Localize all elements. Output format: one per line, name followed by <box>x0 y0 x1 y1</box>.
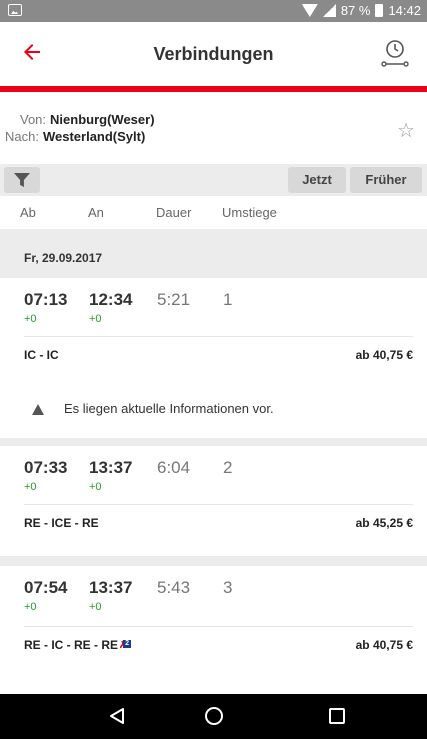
price: ab 45,25 € <box>355 516 413 530</box>
star-outline-icon[interactable]: ☆ <box>397 118 415 143</box>
date-header-row: Fr, 29.09.2017 <box>0 230 427 276</box>
connection-times: 07:54 13:37 5:43 3 +0 +0 <box>24 578 404 613</box>
to-station: Westerland(Sylt) <box>42 129 146 144</box>
col-umstiege: Umstiege <box>222 205 277 220</box>
connection-card[interactable]: 07:13 12:34 5:21 1 +0 +0 IC - IC ab 40,7… <box>0 278 427 438</box>
connection-card[interactable]: 07:33 13:37 6:04 2 +0 +0 RE - ICE - RE a… <box>0 446 427 556</box>
status-icons: 87 % 14:42 <box>301 3 421 18</box>
from-label: Von: <box>20 112 47 127</box>
info-message: Es liegen aktuelle Informationen vor. <box>64 401 274 416</box>
warning-icon <box>32 404 44 415</box>
divider <box>24 626 413 627</box>
departure-time: 07:13 <box>24 290 68 309</box>
departure-time: 07:54 <box>24 578 68 597</box>
col-an: An <box>88 205 104 220</box>
transfers: 2 <box>223 458 233 477</box>
nav-recents-icon[interactable] <box>329 708 345 724</box>
cell-signal-icon <box>322 4 336 17</box>
departure-delay: +0 <box>24 313 37 325</box>
toolbar: Jetzt Früher <box>0 164 427 196</box>
arrival-delay: +0 <box>89 481 102 493</box>
filter-button[interactable] <box>4 167 40 193</box>
arrival-time: 12:34 <box>89 290 133 309</box>
to-row: Nach: Westerland(Sylt) <box>5 129 145 144</box>
transfers: 3 <box>223 578 233 597</box>
gallery-notification-icon <box>8 4 22 16</box>
from-row: Von: Nienburg(Weser) <box>20 112 155 127</box>
connection-times: 07:13 12:34 5:21 1 +0 +0 <box>24 290 404 325</box>
connection-list[interactable]: Fr, 29.09.2017 07:13 12:34 5:21 1 +0 +0 … <box>0 230 427 694</box>
train-types-row: RE - IC - RE - RE✗2 <box>24 638 132 652</box>
arrival-delay: +0 <box>89 601 102 613</box>
system-nav-bar <box>0 694 427 739</box>
departure-delay: +0 <box>24 481 37 493</box>
date-header: Fr, 29.09.2017 <box>24 251 103 265</box>
filter-icon <box>14 173 30 187</box>
wifi-icon <box>301 4 318 17</box>
status-time: 14:42 <box>388 3 421 18</box>
earlier-button[interactable]: Früher <box>350 167 422 193</box>
col-dauer: Dauer <box>156 205 192 220</box>
column-header: Ab An Dauer Umstiege <box>0 196 427 230</box>
to-label: Nach: <box>5 129 39 144</box>
arrival-delay: +0 <box>89 313 102 325</box>
train-types: RE - IC - RE - RE <box>24 638 119 652</box>
class-badge-icon: ✗2 <box>119 640 132 651</box>
train-types: RE - ICE - RE <box>24 516 99 530</box>
page-title: Verbindungen <box>153 44 274 64</box>
battery-percent: 87 % <box>340 3 371 18</box>
battery-icon <box>375 4 384 17</box>
divider <box>24 504 413 505</box>
price: ab 40,75 € <box>355 638 413 652</box>
duration: 6:04 <box>157 458 191 477</box>
departure-delay: +0 <box>24 601 37 613</box>
route-summary[interactable]: Von: Nienburg(Weser) Nach: Westerland(Sy… <box>0 92 427 164</box>
connection-times: 07:33 13:37 6:04 2 +0 +0 <box>24 458 404 493</box>
status-bar: 87 % 14:42 <box>0 0 427 22</box>
app-bar: Verbindungen <box>0 22 427 86</box>
price: ab 40,75 € <box>355 348 413 362</box>
connection-card[interactable]: 07:54 13:37 5:43 3 +0 +0 RE - IC - RE - … <box>0 566 427 694</box>
now-button[interactable]: Jetzt <box>288 167 346 193</box>
arrival-time: 13:37 <box>89 578 133 597</box>
clock-route-icon[interactable] <box>381 38 409 70</box>
arrow-back-icon[interactable] <box>20 40 50 68</box>
departure-time: 07:33 <box>24 458 68 477</box>
from-station: Nienburg(Weser) <box>50 112 155 127</box>
duration: 5:21 <box>157 290 191 309</box>
divider <box>24 336 413 337</box>
train-types: IC - IC <box>24 348 59 362</box>
nav-back-icon[interactable] <box>108 707 126 725</box>
duration: 5:43 <box>157 578 191 597</box>
transfers: 1 <box>223 290 233 309</box>
col-ab: Ab <box>20 205 36 220</box>
nav-home-icon[interactable] <box>205 707 223 725</box>
arrival-time: 13:37 <box>89 458 133 477</box>
class-badge: 2 <box>123 640 132 648</box>
